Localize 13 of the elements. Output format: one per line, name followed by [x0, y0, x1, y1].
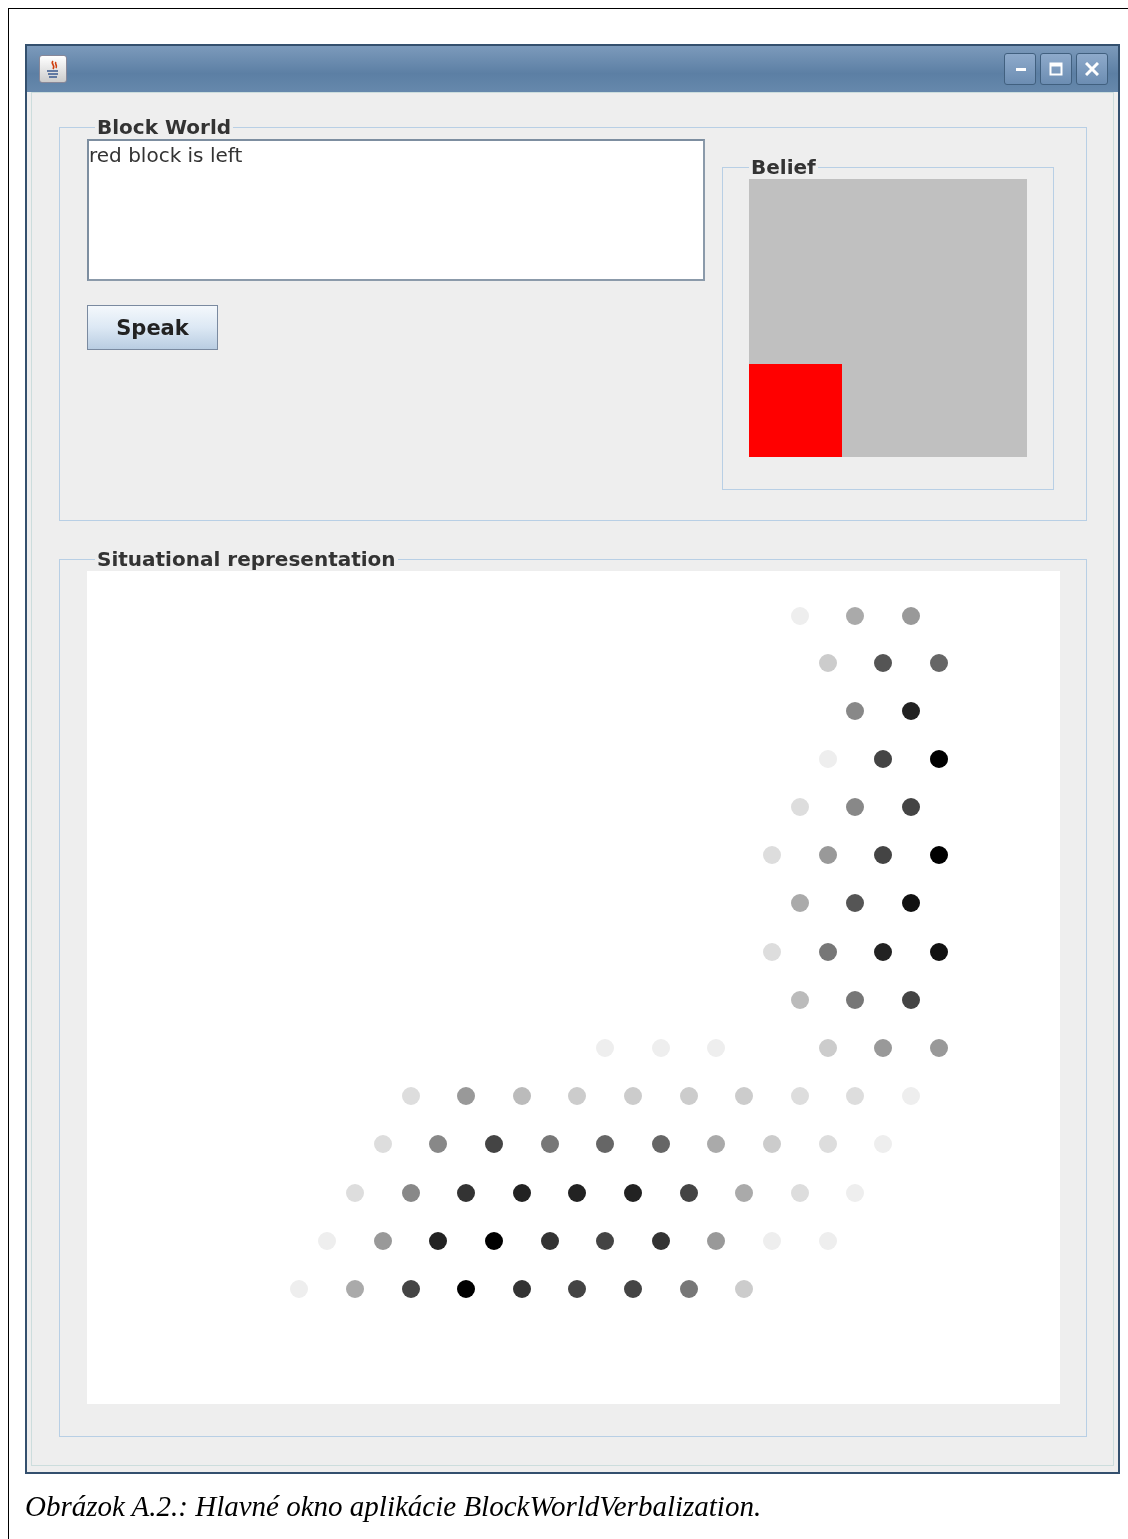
- group-title: Belief: [750, 155, 817, 179]
- close-button[interactable]: [1076, 53, 1108, 85]
- app-icon: [39, 55, 67, 83]
- text-area[interactable]: red block is left: [87, 139, 705, 281]
- maximize-button[interactable]: [1040, 53, 1072, 85]
- minimize-button[interactable]: [1004, 53, 1036, 85]
- minimize-icon: [1014, 67, 1026, 71]
- speak-button[interactable]: Speak: [87, 305, 218, 350]
- close-icon: [1085, 62, 1099, 76]
- group-title: Situational representation: [96, 547, 397, 571]
- figure-caption: Obrázok A.2.: Hlavné okno aplikácie BlockWorldVerbalization.: [25, 1490, 763, 1523]
- maximize-icon: [1049, 62, 1063, 76]
- group-title: Block World: [96, 115, 233, 139]
